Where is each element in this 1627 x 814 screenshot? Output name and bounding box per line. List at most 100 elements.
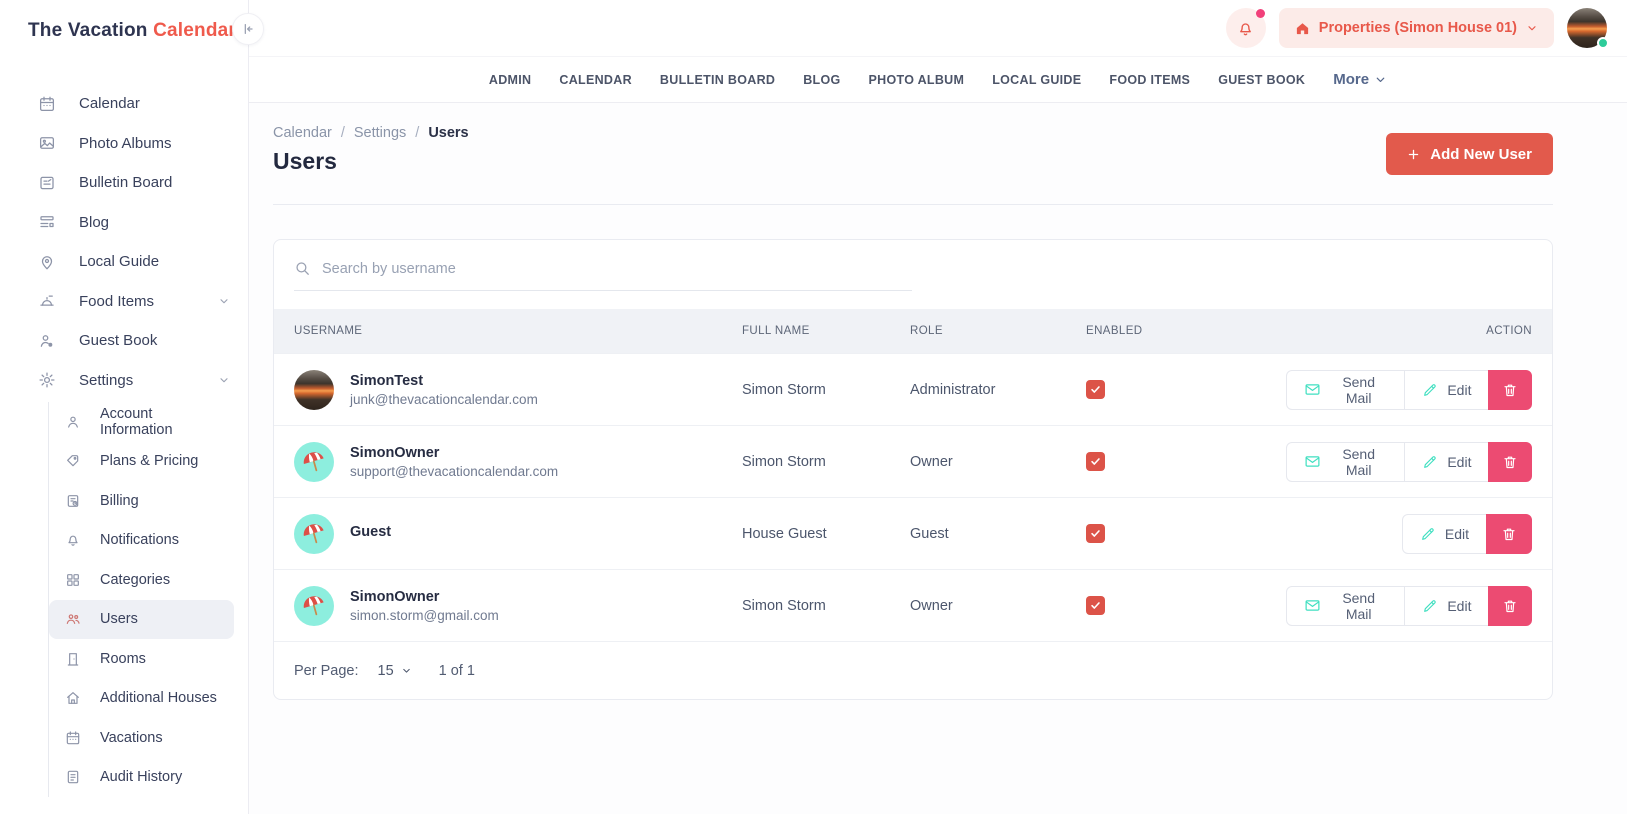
calendar-icon: [65, 730, 81, 746]
per-page-label: Per Page:: [294, 663, 359, 679]
chevron-down-icon: [218, 374, 230, 386]
edit-label: Edit: [1447, 598, 1471, 614]
users-icon: [65, 611, 81, 627]
enabled-checkbox[interactable]: [1086, 524, 1105, 543]
send-mail-button[interactable]: Send Mail: [1286, 586, 1405, 626]
sidebar-item-photo-albums[interactable]: Photo Albums: [0, 124, 248, 164]
per-page-select[interactable]: 15: [378, 663, 412, 679]
edit-button[interactable]: Edit: [1402, 514, 1487, 554]
sidebar-item-categories[interactable]: Categories: [49, 560, 234, 600]
breadcrumb-calendar[interactable]: Calendar: [273, 125, 332, 141]
main-panel: Properties (Simon House 01) ADMIN CALEND…: [249, 0, 1627, 814]
sidebar-item-account-information[interactable]: Account Information: [49, 402, 234, 442]
edit-button[interactable]: Edit: [1404, 586, 1489, 626]
edit-label: Edit: [1445, 526, 1469, 542]
username-text: SimonOwner: [350, 589, 499, 605]
notifications-button[interactable]: [1226, 8, 1266, 48]
nav-item-admin[interactable]: ADMIN: [489, 73, 531, 87]
beach-umbrella-avatar: [294, 442, 334, 482]
sidebar-item-local-guide[interactable]: Local Guide: [0, 242, 248, 282]
enabled-checkbox[interactable]: [1086, 596, 1105, 615]
sidebar-item-food-items[interactable]: Food Items: [0, 282, 248, 322]
sidebar-item-label: Account Information: [100, 406, 224, 438]
food-icon: [38, 292, 56, 310]
nav-item-photo-album[interactable]: PHOTO ALBUM: [869, 73, 965, 87]
brand-logo: The Vacation Calendar: [0, 0, 248, 42]
sidebar-item-label: Rooms: [100, 651, 146, 667]
search-input[interactable]: [322, 261, 912, 277]
notification-badge: [1256, 9, 1265, 18]
check-icon: [1090, 600, 1101, 611]
sidebar-item-label: Users: [100, 611, 138, 627]
delete-button[interactable]: [1488, 586, 1532, 626]
document-icon: [65, 769, 81, 785]
beach-umbrella-avatar: [294, 514, 334, 554]
nav-item-calendar[interactable]: CALENDAR: [559, 73, 632, 87]
sidebar-item-bulletin-board[interactable]: Bulletin Board: [0, 163, 248, 203]
role-text: Guest: [910, 526, 1086, 542]
properties-selector-button[interactable]: Properties (Simon House 01): [1279, 8, 1554, 48]
trash-icon: [1502, 598, 1518, 614]
sidebar-item-rooms[interactable]: Rooms: [49, 639, 234, 679]
send-mail-label: Send Mail: [1330, 446, 1387, 478]
chevron-down-icon: [218, 295, 230, 307]
nav-item-blog[interactable]: BLOG: [803, 73, 840, 87]
nav-item-guest-book[interactable]: GUEST BOOK: [1218, 73, 1305, 87]
column-header-role: ROLE: [910, 325, 1086, 337]
sidebar-item-notifications[interactable]: Notifications: [49, 521, 234, 561]
full-name-text: Simon Storm: [742, 598, 910, 614]
brand-name-accent: Calendar: [153, 20, 236, 41]
sidebar-item-vacations[interactable]: Vacations: [49, 718, 234, 758]
pencil-icon: [1422, 382, 1438, 398]
role-text: Owner: [910, 598, 1086, 614]
collapse-sidebar-button[interactable]: [232, 13, 264, 45]
full-name-text: Simon Storm: [742, 382, 910, 398]
sidebar-item-audit-history[interactable]: Audit History: [49, 758, 234, 798]
breadcrumb: Calendar / Settings / Users: [273, 125, 469, 141]
table-header: USERNAME FULL NAME ROLE ENABLED ACTION: [274, 309, 1552, 353]
nav-item-bulletin-board[interactable]: BULLETIN BOARD: [660, 73, 775, 87]
sidebar-item-plans-pricing[interactable]: Plans & Pricing: [49, 442, 234, 482]
sidebar-item-guest-book[interactable]: Guest Book: [0, 321, 248, 361]
sidebar-item-additional-houses[interactable]: Additional Houses: [49, 679, 234, 719]
delete-button[interactable]: [1488, 370, 1532, 410]
column-header-enabled: ENABLED: [1086, 325, 1286, 337]
sidebar-item-users[interactable]: Users: [49, 600, 234, 640]
send-mail-label: Send Mail: [1330, 374, 1387, 406]
per-page-value: 15: [378, 663, 394, 679]
username-text: SimonTest: [350, 373, 538, 389]
trash-icon: [1502, 454, 1518, 470]
page-title: Users: [273, 148, 469, 175]
user-avatar[interactable]: [1567, 8, 1607, 48]
sidebar-item-label: Categories: [100, 572, 170, 588]
enabled-checkbox[interactable]: [1086, 380, 1105, 399]
enabled-checkbox[interactable]: [1086, 452, 1105, 471]
nav-item-more[interactable]: More: [1333, 71, 1387, 88]
breadcrumb-settings[interactable]: Settings: [354, 125, 406, 141]
trash-icon: [1502, 382, 1518, 398]
sidebar-item-calendar[interactable]: Calendar: [0, 84, 248, 124]
edit-button[interactable]: Edit: [1404, 370, 1489, 410]
send-mail-button[interactable]: Send Mail: [1286, 370, 1405, 410]
role-text: Owner: [910, 454, 1086, 470]
edit-button[interactable]: Edit: [1404, 442, 1489, 482]
nav-item-local-guide[interactable]: LOCAL GUIDE: [992, 73, 1081, 87]
sidebar-item-label: Notifications: [100, 532, 179, 548]
nav-item-food-items[interactable]: FOOD ITEMS: [1109, 73, 1190, 87]
add-new-user-button[interactable]: Add New User: [1386, 133, 1553, 175]
edit-label: Edit: [1447, 454, 1471, 470]
map-pin-icon: [38, 253, 56, 271]
table-footer: Per Page: 15 1 of 1: [274, 641, 1552, 699]
sidebar-nav: Calendar Photo Albums Bulletin Board Blo…: [0, 84, 248, 797]
sidebar-item-blog[interactable]: Blog: [0, 203, 248, 243]
sidebar-item-label: Bulletin Board: [79, 174, 172, 191]
pencil-icon: [1422, 598, 1438, 614]
avatar: [294, 370, 334, 410]
delete-button[interactable]: [1486, 514, 1532, 554]
sidebar-item-settings[interactable]: Settings: [0, 361, 248, 401]
sidebar-item-billing[interactable]: Billing: [49, 481, 234, 521]
more-label: More: [1333, 71, 1369, 88]
delete-button[interactable]: [1488, 442, 1532, 482]
table-row: SimonOwner support@thevacationcalendar.c…: [274, 425, 1552, 497]
send-mail-button[interactable]: Send Mail: [1286, 442, 1405, 482]
